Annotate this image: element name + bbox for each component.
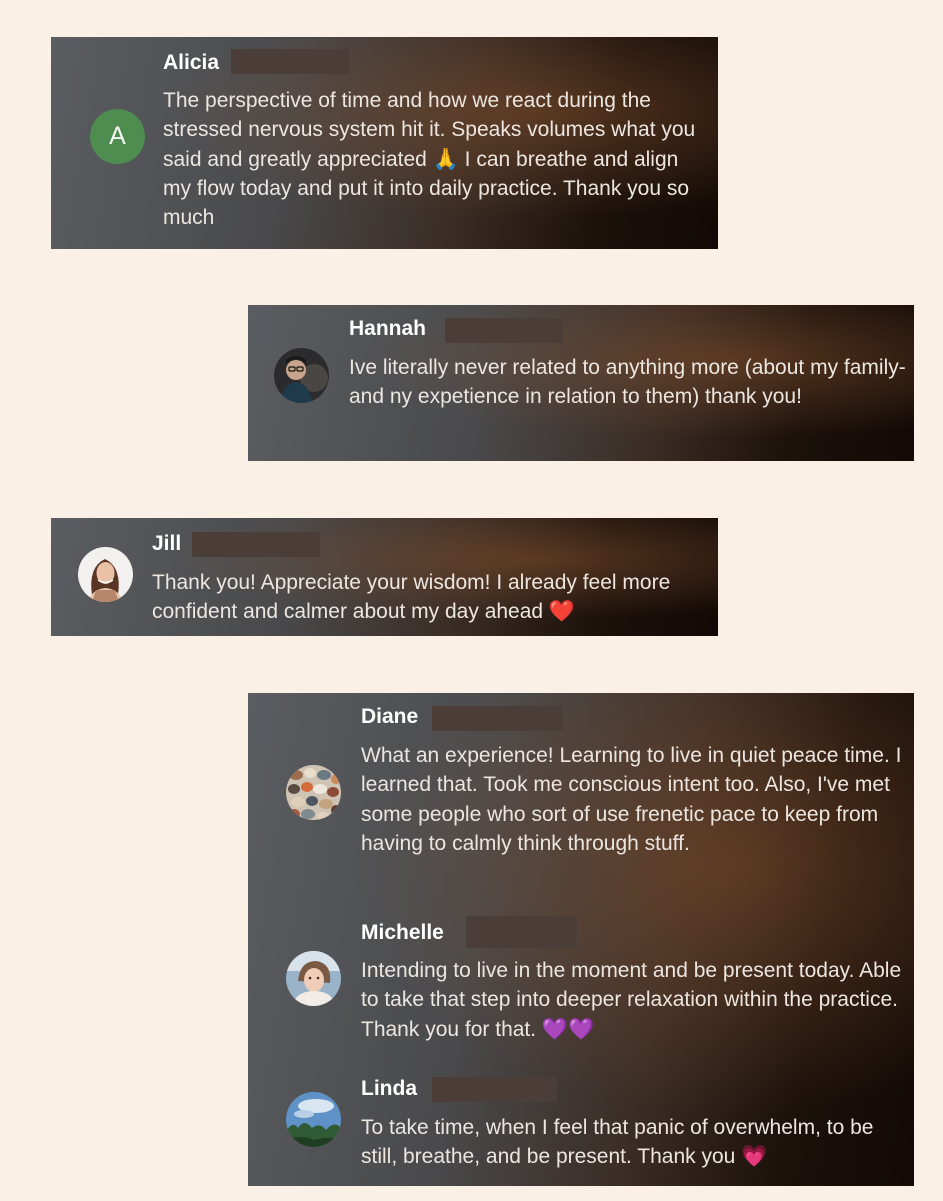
commenter-name[interactable]: Diane — [361, 704, 418, 730]
comment-diane: Diane What an experience! Learning to li… — [248, 693, 914, 893]
comment-text: What an experience! Learning to live in … — [361, 744, 902, 855]
comment-text: To take time, when I feel that panic of … — [361, 1116, 874, 1169]
comment-text: Intending to live in the moment and be p… — [361, 959, 902, 1041]
redacted-surname — [432, 706, 563, 731]
avatar-letter: A — [109, 122, 126, 150]
avatar-linda[interactable] — [286, 1092, 341, 1147]
commenter-name[interactable]: Hannah — [349, 316, 426, 342]
comment-linda: Linda To take time, when I feel that pan… — [248, 1071, 914, 1186]
pebbles-photo-icon — [286, 765, 341, 820]
comment-text: The perspective of time and how we react… — [163, 89, 696, 230]
person-photo-icon — [286, 951, 341, 1006]
comment-card-alicia: A Alicia The perspective of time and how… — [51, 37, 718, 249]
commenter-name[interactable]: Jill — [152, 531, 181, 557]
avatar-michelle[interactable] — [286, 951, 341, 1006]
comment-text: Ive literally never related to anything … — [349, 356, 906, 409]
person-photo-icon — [274, 348, 329, 403]
redacted-surname — [445, 318, 563, 343]
commenter-name[interactable]: Alicia — [163, 50, 219, 76]
comment-card-group: Diane What an experience! Learning to li… — [248, 693, 914, 1186]
redacted-surname — [231, 49, 349, 74]
commenter-name[interactable]: Linda — [361, 1076, 417, 1102]
avatar-diane[interactable] — [286, 765, 341, 820]
redacted-surname — [192, 532, 320, 557]
avatar-jill[interactable] — [78, 547, 133, 602]
comment-michelle: Michelle Intending to live in the moment… — [248, 913, 914, 1053]
sky-trees-photo-icon — [286, 1092, 341, 1147]
commenter-name[interactable]: Michelle — [361, 920, 444, 946]
avatar-hannah[interactable] — [274, 348, 329, 403]
avatar-alicia[interactable]: A — [90, 109, 145, 164]
comment-text: Thank you! Appreciate your wisdom! I alr… — [152, 571, 671, 624]
redacted-surname — [466, 916, 577, 948]
comment-card-hannah: Hannah Ive literally never related to an… — [248, 305, 914, 461]
comment-card-jill: Jill Thank you! Appreciate your wisdom! … — [51, 518, 718, 636]
person-photo-icon — [78, 547, 133, 602]
redacted-surname — [432, 1077, 557, 1102]
